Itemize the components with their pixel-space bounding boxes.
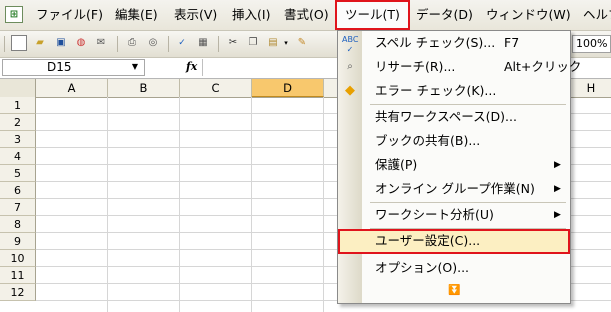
row-header[interactable]: 12 <box>0 284 36 301</box>
save-icon[interactable]: ▣ <box>53 35 69 51</box>
row-header[interactable]: 3 <box>0 131 36 148</box>
menu-help[interactable]: ヘルプ <box>583 0 611 30</box>
print-icon[interactable]: ⎙ <box>124 35 140 51</box>
zoom-box[interactable]: 100% <box>572 35 611 53</box>
name-box-dropdown-icon[interactable]: ▼ <box>128 59 142 74</box>
paste-dropdown-icon[interactable]: ▾ <box>281 35 291 51</box>
copy-icon[interactable]: ❐ <box>245 35 261 51</box>
menu-item-shared-workspace[interactable]: 共有ワークスペース(D)... <box>338 105 570 129</box>
menu-item-research[interactable]: ⌕ リサーチ(R)... Alt+クリック <box>338 55 581 79</box>
insert-function-icon[interactable]: fx <box>186 60 197 73</box>
menu-item-spell-check[interactable]: ABC ✓ スペル チェック(S)... F7 <box>338 31 570 55</box>
new-icon[interactable] <box>11 35 27 51</box>
row-header[interactable]: 1 <box>0 97 36 114</box>
row-header[interactable]: 5 <box>0 165 36 182</box>
submenu-arrow-icon: ▶ <box>554 210 561 220</box>
column-header-b[interactable]: B <box>108 79 180 97</box>
menu-item-online-collaboration[interactable]: オンライン グループ作業(N) ▶ <box>338 177 570 201</box>
email-icon[interactable]: ✉ <box>93 35 109 51</box>
column-header-d[interactable]: D <box>252 79 324 97</box>
print-preview-icon[interactable]: ◎ <box>145 35 161 51</box>
name-box[interactable]: D15 <box>2 59 145 76</box>
menu-format[interactable]: 書式(O) <box>284 0 329 30</box>
menu-data[interactable]: データ(D) <box>416 0 473 30</box>
menu-item-protection[interactable]: 保護(P) ▶ <box>338 153 570 177</box>
row-header[interactable]: 7 <box>0 199 36 216</box>
menu-item-error-check[interactable]: ◆ エラー チェック(K)... <box>338 79 570 103</box>
menu-file[interactable]: ファイル(F) <box>36 0 103 30</box>
row-header[interactable]: 10 <box>0 250 36 267</box>
research-icon: ⌕ <box>347 61 353 72</box>
toolbar-grip[interactable] <box>4 36 5 52</box>
menu-view[interactable]: 表示(V) <box>174 0 217 30</box>
menu-item-formula-auditing[interactable]: ワークシート分析(U) ▶ <box>338 203 570 227</box>
column-header-c[interactable]: C <box>180 79 252 97</box>
open-icon[interactable]: ▰ <box>32 35 48 51</box>
submenu-arrow-icon: ▶ <box>554 160 561 170</box>
menu-insert[interactable]: 挿入(I) <box>232 0 270 30</box>
column-header-a[interactable]: A <box>36 79 108 97</box>
menu-item-customize[interactable]: ユーザー設定(C)... <box>338 229 570 254</box>
paste-icon[interactable]: ▤ <box>265 35 281 51</box>
row-header[interactable]: 8 <box>0 216 36 233</box>
row-header[interactable]: 4 <box>0 148 36 165</box>
tools-menu-dropdown: ABC ✓ スペル チェック(S)... F7 ⌕ リサーチ(R)... Alt+… <box>337 30 581 304</box>
spell-check-icon: ABC ✓ <box>342 35 359 54</box>
select-all-corner[interactable] <box>0 79 36 97</box>
spelling-icon[interactable]: ✓ <box>174 35 190 51</box>
menu-item-share-workbook[interactable]: ブックの共有(B)... <box>338 129 570 153</box>
row-header[interactable]: 9 <box>0 233 36 250</box>
column-header-e[interactable] <box>324 79 338 97</box>
error-check-icon: ◆ <box>345 83 355 98</box>
cut-icon[interactable]: ✂ <box>225 35 241 51</box>
menu-tools[interactable]: ツール(T) <box>335 0 410 30</box>
format-painter-icon[interactable]: ✎ <box>294 35 310 51</box>
row-header[interactable]: 2 <box>0 114 36 131</box>
row-header[interactable]: 6 <box>0 182 36 199</box>
research-toolbar-icon[interactable]: ▦ <box>195 35 211 51</box>
excel-app-icon[interactable]: ⊞ <box>5 6 23 23</box>
menu-edit[interactable]: 編集(E) <box>115 0 158 30</box>
row-header[interactable]: 11 <box>0 267 36 284</box>
column-header-h[interactable]: H <box>571 79 611 97</box>
menu-item-options[interactable]: オプション(O)... <box>338 256 570 280</box>
expand-menu-chevron-icon[interactable]: ⏬ <box>447 283 462 298</box>
permission-icon[interactable]: ◍ <box>73 35 89 51</box>
menu-bar: ⊞ ファイル(F) 編集(E) 表示(V) 挿入(I) 書式(O) ツール(T)… <box>0 0 611 31</box>
submenu-arrow-icon: ▶ <box>554 184 561 194</box>
menu-window[interactable]: ウィンドウ(W) <box>486 0 571 30</box>
